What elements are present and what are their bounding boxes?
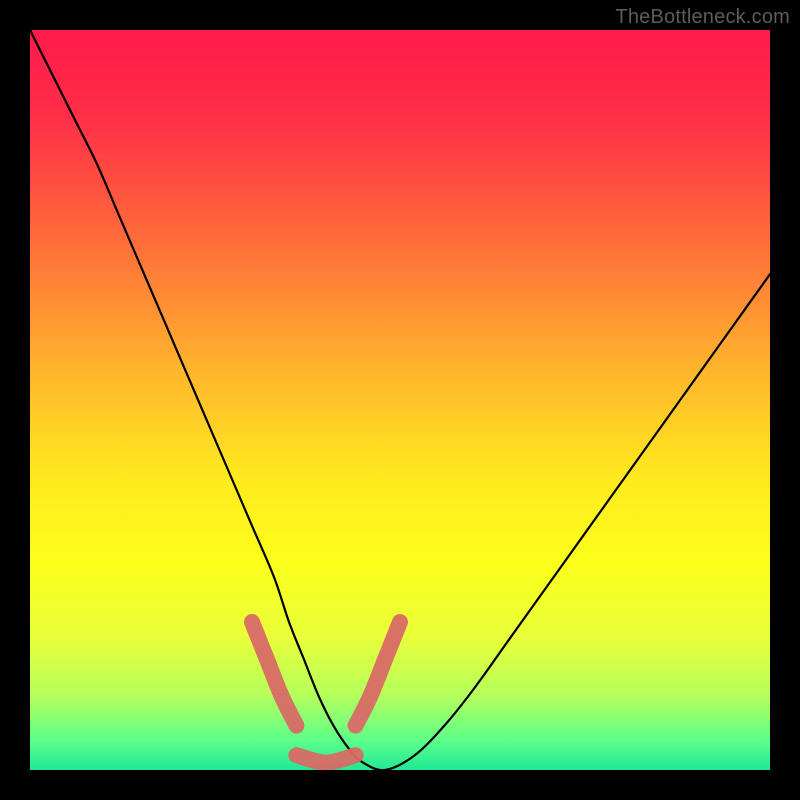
watermark-text: TheBottleneck.com <box>615 6 790 29</box>
gradient-background <box>30 30 770 770</box>
highlight-segment-1 <box>296 755 355 762</box>
chart-frame: TheBottleneck.com <box>0 0 800 800</box>
bottleneck-chart <box>30 30 770 770</box>
plot-area <box>30 30 770 770</box>
